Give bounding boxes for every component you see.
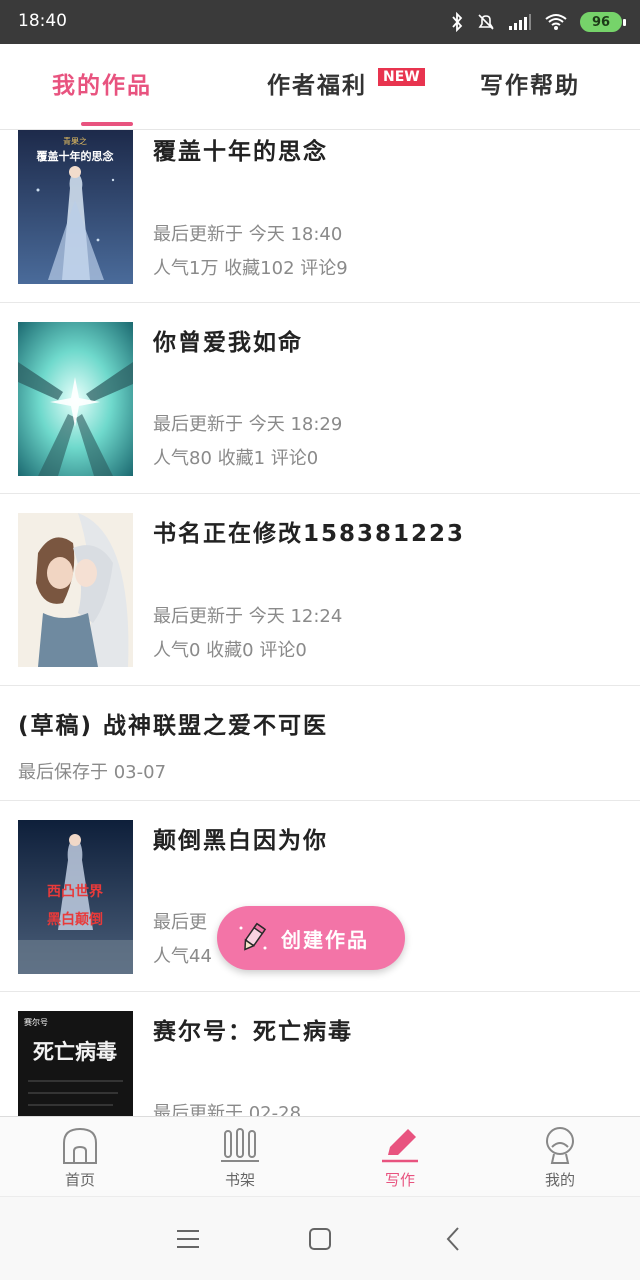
active-tab-indicator (81, 122, 133, 126)
cover-text: 青果之 (63, 136, 87, 146)
new-badge: NEW (378, 68, 425, 86)
work-updated: 最后更新于 今天 18:29 (153, 414, 343, 435)
nav-write-label: 写作 (384, 1171, 415, 1189)
work-title: 书名正在修改158381223 (153, 521, 466, 547)
battery-level: 96 (591, 14, 611, 30)
work-title: 你曾爱我如命 (153, 330, 303, 356)
bottom-nav: 首页 书架 写作 我的 (0, 1116, 640, 1196)
status-bar: 18:40 96 (0, 0, 640, 44)
work-updated: 最后更新于 02-28 (153, 1103, 302, 1116)
book-cover: 青果之 覆盖十年的思念 (18, 130, 133, 284)
work-stats: 人气1万 收藏102 评论9 (153, 258, 348, 279)
menu-icon[interactable] (172, 1223, 204, 1255)
signal-icon (509, 14, 531, 30)
work-stats: 人气0 收藏0 评论0 (153, 640, 307, 661)
battery-icon: 96 (580, 12, 626, 32)
system-nav-bar (0, 1196, 640, 1280)
tab-my-works[interactable]: 我的作品 (52, 66, 152, 100)
pen-icon (382, 1129, 418, 1163)
top-tabs: 我的作品 作者福利 NEW 写作帮助 (0, 44, 640, 130)
status-icons: 96 (450, 9, 626, 35)
nav-bookshelf[interactable]: 书架 (160, 1117, 320, 1197)
work-title: 覆盖十年的思念 (153, 139, 328, 165)
book-cover (18, 322, 133, 476)
nav-home[interactable]: 首页 (0, 1117, 160, 1197)
nav-profile-label: 我的 (544, 1171, 575, 1189)
book-cover: 赛尔号 死亡病毒 (18, 1011, 133, 1116)
draft-saved-time: 最后保存于 03-07 (18, 762, 167, 783)
nav-write[interactable]: 写作 (320, 1117, 480, 1197)
work-title: 赛尔号：死亡病毒 (153, 1019, 353, 1045)
draft-item[interactable]: (草稿) 战神联盟之爱不可医 最后保存于 03-07 (0, 686, 640, 801)
wifi-icon (545, 14, 567, 30)
nav-bookshelf-label: 书架 (224, 1171, 255, 1189)
list-item[interactable]: 书名正在修改158381223 最后更新于 今天 12:24 人气0 收藏0 评… (0, 494, 640, 686)
cover-text: 黑白颠倒 (47, 911, 103, 928)
tab-author-benefits[interactable]: 作者福利 (267, 66, 367, 100)
back-icon[interactable] (438, 1223, 470, 1255)
list-item[interactable]: 赛尔号 死亡病毒 赛尔号：死亡病毒 最后更新于 02-28 (0, 992, 640, 1116)
status-time: 18:40 (18, 11, 67, 31)
draft-title: (草稿) 战神联盟之爱不可医 (18, 713, 329, 739)
nav-profile[interactable]: 我的 (480, 1117, 640, 1197)
work-updated: 最后更 (153, 912, 207, 933)
bluetooth-icon (452, 12, 463, 32)
bookshelf-icon (221, 1128, 259, 1162)
work-title: 颠倒黑白因为你 (153, 828, 328, 854)
create-work-button[interactable]: 创建作品 (217, 906, 405, 970)
profile-icon (546, 1127, 574, 1164)
pencil-icon (239, 922, 267, 951)
cover-text: 西凸世界 (47, 883, 104, 900)
work-stats: 人气44 (153, 946, 212, 967)
tab-writing-help[interactable]: 写作帮助 (480, 66, 580, 100)
create-work-label: 创建作品 (281, 927, 369, 952)
cover-text: 赛尔号 (24, 1017, 48, 1027)
list-item[interactable]: 青果之 覆盖十年的思念 覆盖十年的思念 最后更新于 今天 18:40 人气1万 … (0, 130, 640, 303)
book-cover (18, 513, 133, 667)
cover-title-text: 覆盖十年的思念 (37, 149, 115, 163)
work-updated: 最后更新于 今天 12:24 (153, 606, 343, 627)
mute-icon (478, 14, 494, 30)
list-item[interactable]: 你曾爱我如命 最后更新于 今天 18:29 人气80 收藏1 评论0 (0, 303, 640, 494)
work-stats: 人气80 收藏1 评论0 (153, 448, 319, 469)
home-icon (63, 1127, 97, 1164)
home-square-icon[interactable] (304, 1223, 336, 1255)
cover-title-text: 死亡病毒 (33, 1040, 117, 1064)
nav-home-label: 首页 (64, 1171, 95, 1189)
book-cover: 西凸世界 黑白颠倒 (18, 820, 133, 974)
work-updated: 最后更新于 今天 18:40 (153, 224, 343, 245)
